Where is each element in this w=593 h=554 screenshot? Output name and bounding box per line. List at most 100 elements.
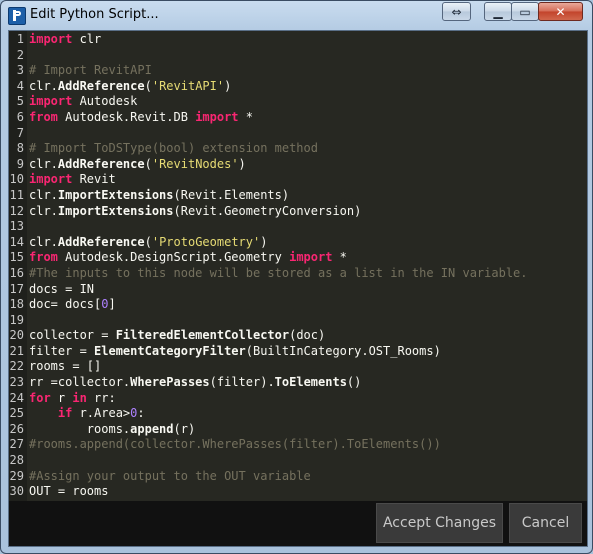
- code-line[interactable]: 19: [9, 313, 587, 329]
- code-line[interactable]: 18 doc= docs[0]: [9, 297, 587, 313]
- code-line[interactable]: 3 # Import RevitAPI: [9, 63, 587, 79]
- line-number: 16: [9, 265, 24, 280]
- code-text: OUT = rooms: [29, 484, 108, 500]
- code-line[interactable]: 15 from Autodesk.DesignScript.Geometry im…: [9, 250, 587, 266]
- code-text: rooms.append(r): [29, 422, 195, 438]
- code-line[interactable]: 14 clr.AddReference('ProtoGeometry'): [9, 235, 587, 251]
- code-token: rooms.: [29, 421, 131, 436]
- code-token: clr: [72, 32, 102, 46]
- code-text: if r.Area>0:: [29, 406, 145, 422]
- code-text: # Import RevitAPI: [29, 63, 152, 79]
- code-token: rooms = []: [29, 359, 102, 374]
- close-button[interactable]: ✕: [538, 2, 583, 21]
- line-number: 5: [16, 94, 24, 109]
- line-number: 2: [16, 47, 24, 62]
- code-line[interactable]: 8 # Import ToDSType(bool) extension metho…: [9, 141, 587, 157]
- code-line[interactable]: 4 clr.AddReference('RevitAPI'): [9, 79, 587, 95]
- code-token: (: [144, 234, 152, 249]
- line-number: 17: [9, 281, 24, 296]
- code-token: :: [137, 406, 145, 421]
- code-token: r: [50, 390, 73, 405]
- code-token: ImportExtensions: [57, 203, 174, 218]
- line-number: 22: [9, 359, 24, 374]
- code-token: Autodesk: [72, 94, 138, 109]
- line-number: 4: [16, 78, 24, 93]
- double-arrow-icon: ⇔: [451, 4, 462, 19]
- code-token: ]: [108, 297, 116, 312]
- code-token: ElementCategoryFilter: [94, 343, 246, 358]
- code-token: *: [238, 109, 253, 124]
- code-line[interactable]: 10 import Revit: [9, 172, 587, 188]
- code-text: doc= docs[0]: [29, 297, 116, 313]
- minimize-button[interactable]: ▁: [484, 2, 512, 21]
- line-number: 25: [9, 406, 24, 421]
- code-text: collector = FilteredElementCollector(doc…: [29, 328, 325, 344]
- code-text: clr.AddReference('RevitAPI'): [29, 79, 231, 95]
- code-token: doc= docs[: [29, 297, 102, 312]
- code-line[interactable]: 20 collector = FilteredElementCollector(d…: [9, 328, 587, 344]
- code-token: AddReference: [57, 156, 145, 171]
- code-token: ToElements: [274, 375, 347, 390]
- code-line[interactable]: 21 filter = ElementCategoryFilter(BuiltIn…: [9, 344, 587, 360]
- code-token: clr.: [29, 78, 58, 93]
- code-token: ): [238, 156, 246, 171]
- code-token: (): [346, 375, 362, 390]
- code-line[interactable]: 26 rooms.append(r): [9, 422, 587, 438]
- accept-changes-button[interactable]: Accept Changes: [376, 503, 503, 543]
- code-line[interactable]: 9 clr.AddReference('RevitNodes'): [9, 157, 587, 173]
- code-token: from: [29, 250, 58, 265]
- code-text: # Import ToDSType(bool) extension method: [29, 141, 318, 157]
- code-token: import: [289, 250, 333, 265]
- code-token: (doc): [289, 328, 326, 343]
- code-line[interactable]: 2: [9, 48, 587, 64]
- code-token: *: [332, 250, 347, 265]
- code-line[interactable]: 1 import clr: [9, 32, 587, 48]
- edit-python-script-window: Edit Python Script... ⇔ ▁ ▭ ✕ 1 import cl…: [0, 0, 593, 554]
- line-number: 11: [9, 187, 24, 202]
- code-line[interactable]: 23 rr =collector.WherePasses(filter).ToEl…: [9, 375, 587, 391]
- code-line[interactable]: 11 clr.ImportExtensions(Revit.Elements): [9, 188, 587, 204]
- line-number: 9: [16, 156, 24, 171]
- code-token: for: [29, 390, 51, 405]
- code-line[interactable]: 30 OUT = rooms: [9, 484, 587, 500]
- code-token: (Revit.Elements): [173, 187, 290, 202]
- code-text: import Revit: [29, 172, 116, 188]
- line-number: 28: [9, 453, 24, 468]
- code-line[interactable]: 27 #rooms.append(collector.WherePasses(fi…: [9, 437, 587, 453]
- code-line[interactable]: 6 from Autodesk.Revit.DB import *: [9, 110, 587, 126]
- code-token: ): [260, 234, 268, 249]
- code-line[interactable]: 29 #Assign your output to the OUT variabl…: [9, 469, 587, 485]
- code-text: from Autodesk.DesignScript.Geometry impo…: [29, 250, 347, 266]
- code-token: import: [195, 109, 239, 124]
- code-token: AddReference: [57, 78, 145, 93]
- code-token: Autodesk.Revit.DB: [57, 109, 196, 124]
- code-text: clr.AddReference('ProtoGeometry'): [29, 235, 267, 251]
- code-line[interactable]: 16 #The inputs to this node will be store…: [9, 266, 587, 282]
- code-line[interactable]: 25 if r.Area>0:: [9, 406, 587, 422]
- line-number: 8: [16, 141, 24, 156]
- code-token: # Import ToDSType(bool) extension method: [29, 141, 318, 156]
- code-token: (Revit.GeometryConversion): [173, 203, 362, 218]
- code-token: #Assign your output to the OUT variable: [29, 468, 311, 483]
- code-line[interactable]: 17 docs = IN: [9, 282, 587, 298]
- dialog-footer: Accept Changes Cancel: [9, 501, 587, 546]
- code-line[interactable]: 22 rooms = []: [9, 359, 587, 375]
- line-number: 18: [9, 297, 24, 312]
- code-token: FilteredElementCollector: [115, 328, 290, 343]
- code-line[interactable]: 12 clr.ImportExtensions(Revit.GeometryCon…: [9, 204, 587, 220]
- line-number: 3: [16, 63, 24, 78]
- code-line[interactable]: 28: [9, 453, 587, 469]
- cancel-button[interactable]: Cancel: [509, 503, 582, 543]
- code-token: 'ProtoGeometry': [151, 234, 261, 249]
- restore-size-button[interactable]: ⇔: [442, 2, 471, 21]
- code-line[interactable]: 24 for r in rr:: [9, 391, 587, 407]
- code-line[interactable]: 13: [9, 219, 587, 235]
- title-bar[interactable]: Edit Python Script... ⇔ ▁ ▭ ✕: [1, 1, 592, 29]
- maximize-button[interactable]: ▭: [511, 2, 539, 21]
- code-token: 'RevitNodes': [151, 156, 239, 171]
- code-line[interactable]: 5 import Autodesk: [9, 94, 587, 110]
- code-line[interactable]: 7: [9, 126, 587, 142]
- code-text: clr.AddReference('RevitNodes'): [29, 157, 246, 173]
- code-token: (BuiltInCategory.OST_Rooms): [245, 343, 441, 358]
- code-editor[interactable]: 1 import clr 2 3 # Import RevitAPI 4 clr.AddRe…: [9, 31, 587, 501]
